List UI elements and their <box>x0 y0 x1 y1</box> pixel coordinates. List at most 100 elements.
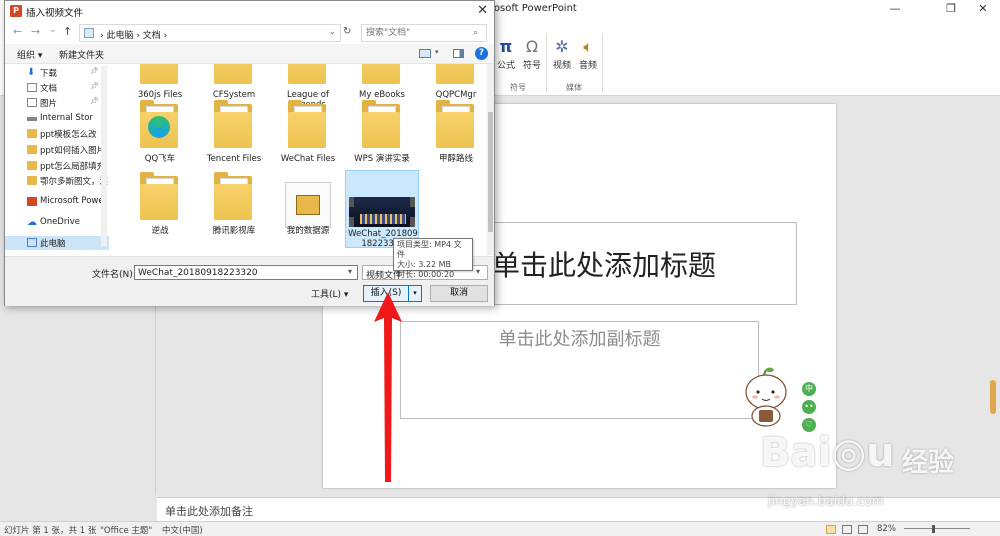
insert-options-button[interactable]: ▾ <box>409 285 422 302</box>
nav-item[interactable]: Internal Stor <box>5 112 109 126</box>
drive-icon <box>27 117 37 121</box>
folder-icon <box>288 64 326 84</box>
nav-item-label: 下载 <box>40 69 58 79</box>
ribbon-separator <box>546 34 547 92</box>
help-icon[interactable]: ? <box>475 47 488 60</box>
refresh-icon[interactable]: ↻ <box>343 26 351 37</box>
folder-item[interactable]: CFSystem <box>197 64 271 100</box>
chevron-down-icon[interactable]: ⌄ <box>328 27 336 37</box>
organize-menu[interactable]: 组织 ▾ <box>17 48 42 61</box>
nav-item-label: 此电脑 <box>40 239 66 249</box>
view-options-icon[interactable] <box>419 49 431 58</box>
folder-item[interactable]: QQ飞车 <box>123 98 197 168</box>
folder-item[interactable]: Tencent Files <box>197 98 271 168</box>
slide-sorter-icon[interactable] <box>842 525 852 534</box>
slide-count-status: 幻灯片 第 1 张，共 1 张 <box>4 526 97 536</box>
folder-item[interactable]: 逆战 <box>123 170 197 248</box>
zoom-level[interactable]: 82% <box>877 524 896 534</box>
dialog-toolbar: 组织 ▾ 新建文件夹 ▾ ? <box>5 44 494 64</box>
nav-item-label: 图片 <box>40 99 58 109</box>
symbol-button[interactable]: Ω 符号 <box>518 36 546 71</box>
pin-icon[interactable]: 📌︎ <box>90 67 99 75</box>
watermark-url: jingyan.baidu.com <box>768 494 884 508</box>
nav-item[interactable]: ppt如何插入图片 <box>5 143 109 157</box>
filename-input[interactable] <box>134 265 358 280</box>
nav-item[interactable]: 图片 📌︎ <box>5 96 109 110</box>
folder-item[interactable]: 腾讯影视库 <box>197 170 271 248</box>
close-window-button[interactable]: ✕ <box>968 2 998 18</box>
chevron-down-icon[interactable]: ▾ <box>476 267 480 276</box>
dialog-close-button[interactable]: ✕ <box>477 3 488 18</box>
nav-item[interactable]: ☁ OneDrive <box>5 216 109 230</box>
address-bar[interactable]: › 此电脑 › 文档 › ⌄ <box>79 24 341 42</box>
ribbon-group-media: 媒体 <box>566 83 582 92</box>
folder-icon <box>140 172 178 220</box>
zoom-slider[interactable] <box>904 528 970 529</box>
folder-item[interactable]: WeChat Files <box>271 98 345 168</box>
reading-view-icon[interactable] <box>858 525 868 534</box>
file-info-tooltip: 项目类型: MP4 文件 大小: 3.22 MB 时长: 00:00:20 <box>393 238 473 279</box>
restore-button[interactable]: ❐ <box>936 2 966 18</box>
preview-pane-icon[interactable] <box>453 49 464 58</box>
folder-item[interactable]: 我的数据源 <box>271 170 345 248</box>
pi-icon: π <box>499 37 513 56</box>
nav-item[interactable]: ppt模板怎么改 <box>5 127 109 141</box>
file-name: Tencent Files <box>206 154 262 164</box>
audio-button[interactable]: 🔈︎ 音频 <box>574 36 602 71</box>
nav-item[interactable]: 此电脑 <box>5 236 109 250</box>
video-button[interactable]: ✲ 视频 <box>548 36 576 71</box>
navigation-bar: ← → ⌄ ↑ › 此电脑 › 文档 › ⌄ ↻ ⌕ <box>5 22 494 44</box>
folder-item[interactable]: My eBooks <box>345 64 419 100</box>
equation-label: 公式 <box>496 61 515 71</box>
nav-item[interactable]: ppt怎么局部填充 <box>5 159 109 173</box>
theme-status: "Office 主题" <box>100 526 153 536</box>
chevron-down-icon[interactable]: ▾ <box>435 48 439 56</box>
mascot-sticker-image <box>745 367 787 427</box>
recent-locations-icon[interactable]: ⌄ <box>49 25 57 35</box>
nav-item[interactable]: Microsoft Power <box>5 195 109 209</box>
nav-item[interactable]: ⬇ 下载 📌︎ <box>5 66 109 80</box>
baidu-jingyan-watermark: Bai◎u 经验 jingyan.baidu.com <box>760 424 990 516</box>
pin-icon[interactable]: 📌︎ <box>90 97 99 105</box>
folder-item[interactable]: 360js Files <box>123 64 197 100</box>
slide-scrollbar[interactable] <box>990 380 996 414</box>
language-status[interactable]: 中文(中国) <box>162 524 203 536</box>
search-input[interactable] <box>361 24 487 42</box>
forward-arrow-icon[interactable]: → <box>31 25 40 38</box>
title-placeholder-text: 单击此处添加标题 <box>492 249 717 282</box>
folder-item[interactable]: League of Legends <box>271 64 345 110</box>
nav-item[interactable]: 文档 📌︎ <box>5 81 109 95</box>
pin-icon[interactable]: 📌︎ <box>90 82 99 90</box>
folder-item[interactable]: WPS 演讲实录 <box>345 98 419 168</box>
ppt-icon <box>27 197 37 206</box>
up-arrow-icon[interactable]: ↑ <box>63 25 72 38</box>
red-annotation-arrow <box>374 292 402 482</box>
back-arrow-icon[interactable]: ← <box>13 25 22 38</box>
normal-view-icon[interactable] <box>826 525 836 534</box>
folder-item[interactable]: QQPCMgr <box>419 64 493 100</box>
dialog-title: 插入视频文件 <box>26 8 84 19</box>
chinese-input-button[interactable]: 中 <box>802 382 816 396</box>
minimize-button[interactable]: — <box>880 2 910 18</box>
dialog-title-bar: P 插入视频文件 ✕ <box>5 1 494 21</box>
folder-item[interactable]: 甲醇路线 <box>419 98 493 168</box>
video-file-item[interactable]: WeChat_20180918223320 <box>345 170 419 249</box>
address-path[interactable]: › 此电脑 › 文档 › <box>100 28 167 41</box>
cancel-button[interactable]: 取消 <box>430 285 488 302</box>
pc-icon <box>27 238 37 247</box>
nav-pane-scrollbar[interactable] <box>101 66 107 246</box>
new-folder-button[interactable]: 新建文件夹 <box>59 48 104 61</box>
file-name: WeChat Files <box>280 154 336 164</box>
nav-item[interactable]: 鄂尔多斯图文，连 <box>5 174 109 188</box>
chevron-down-icon[interactable]: ▾ <box>348 267 352 276</box>
file-name: QQ飞车 <box>144 154 176 164</box>
more-dots-button[interactable]: •• <box>802 400 816 414</box>
equation-button[interactable]: π 公式 <box>492 36 520 71</box>
nav-item-label: OneDrive <box>40 217 80 227</box>
data-source-icon <box>285 182 331 228</box>
zoom-slider-handle[interactable] <box>932 525 935 533</box>
folder-icon <box>362 64 400 84</box>
folder-icon <box>214 100 252 148</box>
tools-menu-button[interactable]: 工具(L) ▾ <box>311 287 348 300</box>
video-thumbnail-icon <box>349 197 415 227</box>
